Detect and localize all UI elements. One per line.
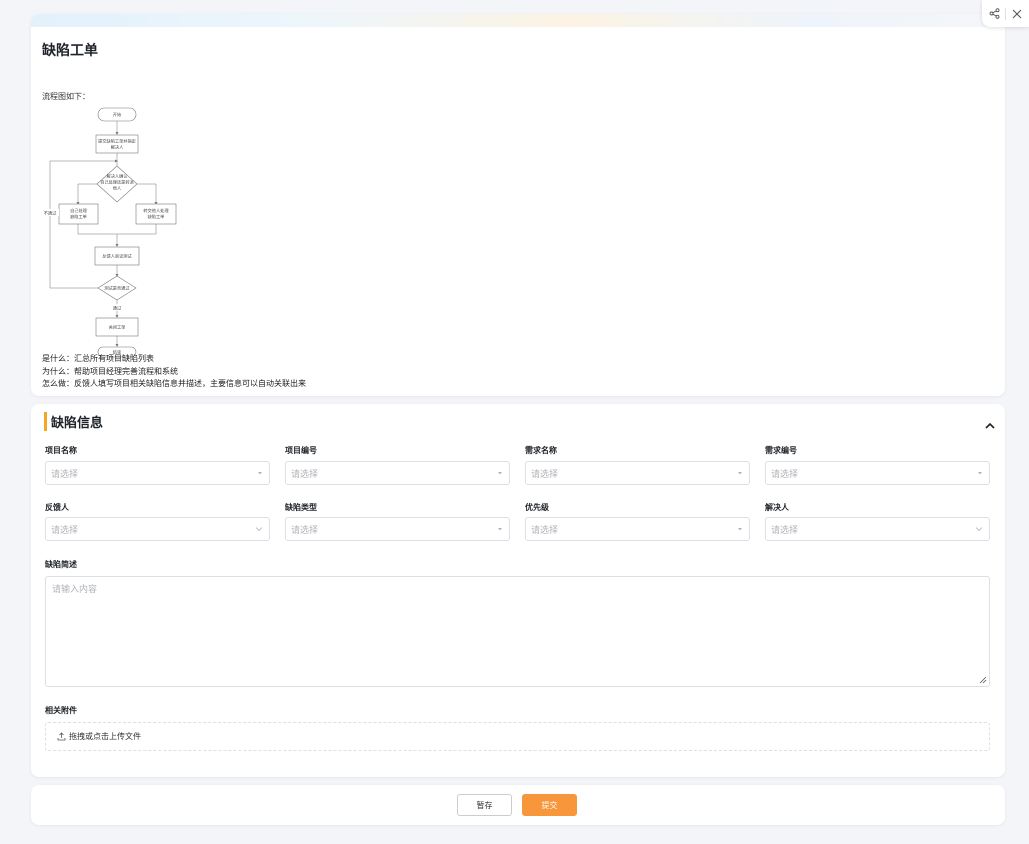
description-textarea[interactable]: 请输入内容	[45, 576, 990, 687]
reporter-placeholder: 请选择	[51, 525, 79, 536]
defect-info-card: 缺陷信息 项目名称 请选择 项目编号 请选择 需求名称 请选择 需求编号 请选择…	[31, 404, 1005, 777]
req-no-select[interactable]: 请选择	[765, 461, 990, 485]
flow-reject-label: 不通过	[44, 210, 57, 217]
project-no-label: 项目编号	[285, 446, 317, 455]
caret-down-icon	[738, 472, 742, 475]
intro-line-why: 为什么：帮助项目经理完善流程和系统	[42, 366, 178, 376]
project-no-placeholder: 请选择	[291, 469, 319, 480]
attachment-label: 相关附件	[45, 706, 77, 715]
flow-verify-text: 反馈人验证测试	[102, 253, 132, 260]
intro-line-what: 是什么：汇总所有项目缺陷列表	[42, 354, 154, 363]
defect-type-select[interactable]: 请选择	[285, 517, 510, 541]
caret-down-icon	[258, 472, 262, 475]
section-accent-bar	[44, 411, 47, 431]
upload-icon	[57, 732, 66, 741]
flow-self-text-1: 自己处理	[70, 207, 88, 214]
priority-label: 优先级	[525, 503, 549, 512]
req-name-placeholder: 请选择	[531, 469, 559, 480]
flow-close-text: 关闭工单	[109, 324, 126, 331]
section-title: 缺陷信息	[51, 415, 104, 431]
project-name-placeholder: 请选择	[51, 469, 79, 480]
submit-button[interactable]: 提交	[522, 794, 577, 816]
section-header: 缺陷信息	[44, 411, 103, 431]
intro-line-how: 怎么做：反馈人填写项目相关缺陷信息并描述，主要信息可以自动关联出来	[42, 379, 306, 388]
caret-down-icon	[738, 528, 742, 531]
share-icon[interactable]	[989, 8, 1000, 19]
flow-transfer-text-1: 转交他人处理	[143, 207, 169, 214]
flow-decision-text-3: 他人	[113, 185, 122, 192]
resolver-select[interactable]: 请选择	[765, 517, 990, 541]
description-label: 缺陷简述	[45, 560, 77, 569]
header-gradient	[31, 14, 1005, 27]
defect-type-label: 缺陷类型	[285, 503, 317, 512]
priority-placeholder: 请选择	[531, 525, 559, 536]
flow-pass-label: 通过	[113, 305, 122, 312]
flow-decision-text-2: 自己处理还是转派	[100, 179, 134, 186]
caret-down-icon	[978, 472, 982, 475]
caret-down-icon	[498, 528, 502, 531]
reporter-select[interactable]: 请选择	[45, 517, 270, 541]
chevron-down-icon	[975, 527, 983, 532]
project-name-select[interactable]: 请选择	[45, 461, 270, 485]
toolbar-divider	[1005, 7, 1007, 20]
reporter-label: 反馈人	[45, 503, 69, 512]
intro-card: 缺陷工单 流程图如下： 开始 提交缺陷工单并指定 解决人 解决人确认 自己处理还…	[31, 14, 1005, 396]
footer-bar: 暂存 提交	[31, 785, 1005, 825]
floating-toolbar	[982, 0, 1029, 27]
flow-decision2-text: 测试是否通过	[104, 285, 130, 292]
page-title: 缺陷工单	[42, 43, 98, 59]
resolver-label: 解决人	[765, 503, 789, 512]
priority-select[interactable]: 请选择	[525, 517, 750, 541]
req-name-label: 需求名称	[525, 446, 557, 455]
upload-dropzone[interactable]: 拖拽或点击上传文件	[45, 722, 990, 751]
req-no-placeholder: 请选择	[771, 469, 799, 480]
project-no-select[interactable]: 请选择	[285, 461, 510, 485]
chevron-down-icon	[255, 527, 263, 532]
project-name-label: 项目名称	[45, 446, 77, 455]
resolver-placeholder: 请选择	[771, 525, 799, 536]
req-no-label: 需求编号	[765, 446, 797, 455]
description-placeholder: 请输入内容	[52, 585, 98, 595]
intro-description: 是什么：汇总所有项目缺陷列表 为什么：帮助项目经理完善流程和系统 怎么做：反馈人…	[42, 353, 306, 391]
chevron-up-icon[interactable]	[985, 414, 995, 433]
flow-submit-text-2: 解决人	[111, 144, 124, 151]
flow-transfer-text-2: 缺陷工单	[148, 213, 165, 220]
flow-start-text: 开始	[113, 111, 122, 118]
flow-decision-text-1: 解决人确认	[107, 173, 129, 180]
flow-self-text-2: 缺陷工单	[70, 213, 87, 220]
resize-handle-icon	[979, 676, 987, 684]
close-icon[interactable]	[1012, 9, 1022, 19]
upload-text: 拖拽或点击上传文件	[69, 732, 141, 741]
req-name-select[interactable]: 请选择	[525, 461, 750, 485]
flow-submit-text-1: 提交缺陷工单并指定	[98, 138, 136, 145]
flowchart-diagram: 开始 提交缺陷工单并指定 解决人 解决人确认 自己处理还是转派 他人 自己处理 …	[41, 107, 177, 358]
caret-down-icon	[498, 472, 502, 475]
save-draft-button[interactable]: 暂存	[457, 794, 512, 816]
defect-type-placeholder: 请选择	[291, 525, 319, 536]
